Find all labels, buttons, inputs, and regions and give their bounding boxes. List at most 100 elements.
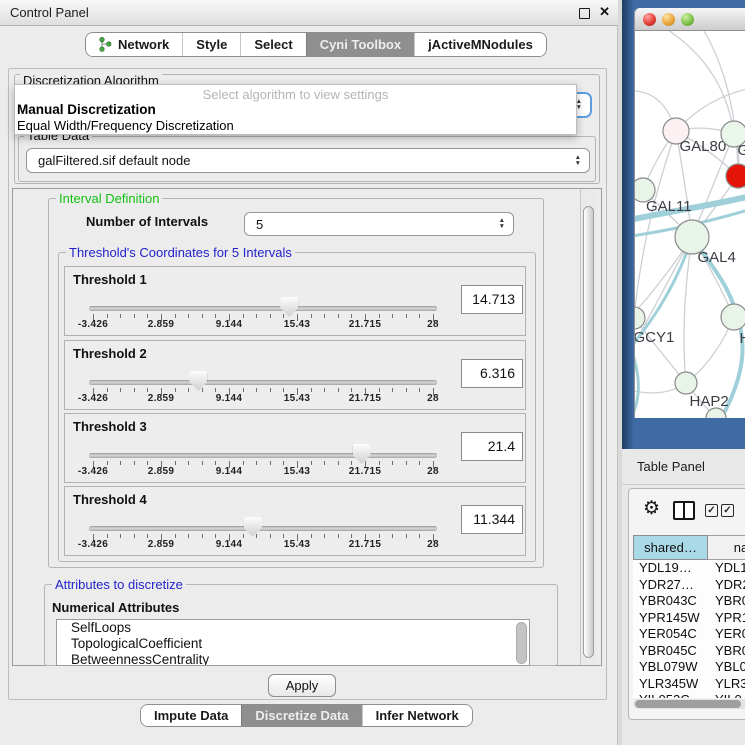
minor-tick (311, 461, 312, 465)
column-view-icon[interactable] (673, 501, 695, 520)
threshold-3-slider-thumb[interactable] (353, 444, 371, 464)
tick-label: 21.715 (349, 539, 381, 550)
spinner-icon: ▲▼ (499, 218, 505, 230)
network-edge[interactable] (653, 31, 734, 134)
divider (622, 484, 745, 485)
table-row[interactable]: YBL079WYBL0 (633, 659, 745, 676)
table-row[interactable]: YPR145WYPR1 (633, 610, 745, 627)
table-row[interactable]: YDR27…YDR2 (633, 577, 745, 594)
minor-tick (270, 534, 271, 538)
slider-track[interactable] (89, 380, 437, 385)
zoom-traffic-light[interactable] (681, 13, 694, 26)
network-node-gcy1[interactable] (635, 307, 645, 329)
close-traffic-light[interactable] (643, 13, 656, 26)
table-row[interactable]: YLR345WYLR3 (633, 676, 745, 693)
close-icon[interactable]: ✕ (599, 4, 610, 20)
minor-tick (406, 314, 407, 318)
tab-discretize-data[interactable]: Discretize Data (241, 705, 361, 726)
minor-tick (379, 388, 380, 392)
minor-tick (283, 314, 284, 318)
tab-select[interactable]: Select (240, 33, 305, 56)
minor-tick (283, 534, 284, 538)
minor-tick (379, 461, 380, 465)
panel-title: Control Panel (10, 0, 89, 25)
minor-tick (107, 534, 108, 538)
threshold-4-slider-thumb[interactable] (244, 517, 262, 537)
tick-label: 2.859 (148, 539, 175, 550)
threshold-1-value-field[interactable]: 14.713 (461, 285, 523, 314)
slider-track[interactable] (89, 306, 437, 311)
minor-tick (202, 388, 203, 392)
list-item-betweennesscentrality[interactable]: BetweennessCentrality (57, 652, 529, 666)
minor-tick (147, 314, 148, 318)
tab-jactivemnodules[interactable]: jActiveMNodules (414, 33, 546, 56)
numerical-attributes-label: Numerical Attributes (52, 600, 179, 615)
minor-tick (134, 314, 135, 318)
threshold-label: Threshold 2 (73, 346, 147, 361)
network-node-c[interactable] (726, 164, 745, 188)
table-row[interactable]: YDL19… YDL1 (633, 560, 745, 577)
slider-track[interactable] (89, 526, 437, 531)
table-data-value: galFiltered.sif default node (38, 149, 190, 173)
minimize-traffic-light[interactable] (662, 13, 675, 26)
network-canvas[interactable]: GAL80G.CGAL11GAL4GCY1HHAP2 (634, 31, 745, 418)
minor-tick (147, 388, 148, 392)
number-of-intervals-label: Number of Intervals (86, 214, 208, 229)
tab-infer-network[interactable]: Infer Network (362, 705, 472, 726)
network-node-hap2[interactable] (675, 372, 697, 394)
network-window-titlebar[interactable] (634, 8, 745, 31)
table-row[interactable]: YBR045CYBR0 (633, 643, 745, 660)
table-row[interactable]: YIL052CYIL0 (633, 692, 745, 698)
list-scrollbar-thumb[interactable] (516, 622, 527, 664)
network-node-h[interactable] (721, 304, 745, 330)
threshold-3-value-field[interactable]: 21.4 (461, 432, 523, 461)
dropdown-option-equal-width-frequency-discretization[interactable]: Equal Width/Frequency Discretization (15, 117, 576, 133)
threshold-2-slider-thumb[interactable] (189, 371, 207, 391)
list-item-selfloops[interactable]: SelfLoops (57, 620, 529, 636)
attributes-group-title: Attributes to discretize (52, 578, 186, 591)
select-all-icon[interactable]: ✓ (705, 504, 718, 517)
minor-tick (419, 388, 420, 392)
horizontal-scrollbar-thumb[interactable] (635, 700, 741, 708)
tick-label: -3.426 (78, 393, 108, 404)
node-label: GAL80 (680, 138, 727, 155)
float-icon[interactable] (579, 8, 590, 19)
column-header-shared[interactable]: shared… (633, 535, 708, 560)
tab-impute-data[interactable]: Impute Data (141, 705, 241, 726)
vertical-scrollbar-thumb[interactable] (583, 206, 594, 658)
threshold-2-value-field[interactable]: 6.316 (461, 359, 523, 388)
slider-track[interactable] (89, 453, 437, 458)
number-of-intervals-combobox[interactable]: 5 ▲▼ (244, 212, 514, 236)
node-label: G. (738, 142, 745, 159)
table-row[interactable]: YBR043CYBR0 (633, 593, 745, 610)
cell-shared-name: YDL19… (639, 560, 692, 575)
top-tab-bar: NetworkStyleSelectCyni ToolboxjActiveMNo… (85, 32, 547, 57)
minor-tick (351, 461, 352, 465)
table-row[interactable]: YER054CYER0 (633, 626, 745, 643)
dropdown-option-manual-discretization[interactable]: Manual Discretization (15, 101, 576, 117)
table-data-combobox[interactable]: galFiltered.sif default node ▲▼ (26, 148, 590, 173)
minor-tick (338, 388, 339, 392)
list-item-topologicalcoefficient[interactable]: TopologicalCoefficient (57, 636, 529, 652)
column-header-name[interactable]: na… (708, 535, 745, 560)
minor-tick (120, 534, 121, 538)
cell-name: YDL1 (715, 560, 745, 575)
tab-style[interactable]: Style (182, 33, 240, 56)
settings-gear-icon[interactable]: ⚙ (643, 499, 660, 518)
numerical-attributes-list[interactable]: SelfLoopsTopologicalCoefficientBetweenne… (56, 619, 530, 666)
tick-label: 9.144 (216, 539, 243, 550)
minor-tick (202, 534, 203, 538)
tab-cyni-toolbox[interactable]: Cyni Toolbox (306, 33, 414, 56)
minor-tick (256, 534, 257, 538)
tab-network[interactable]: Network (86, 33, 182, 56)
cell-name: YLR3 (715, 676, 745, 691)
select-columns-icon[interactable]: ✓ (721, 504, 734, 517)
minor-tick (311, 314, 312, 318)
control-panel-titlebar: Control Panel ✕ (0, 0, 618, 26)
tick-label: 15.43 (284, 319, 311, 330)
apply-button[interactable]: Apply (268, 674, 336, 697)
threshold-4-panel: Threshold 4-3.4262.8599.14415.4321.71528… (64, 486, 526, 556)
threshold-4-value-field[interactable]: 11.344 (461, 505, 523, 534)
minor-tick (120, 314, 121, 318)
minor-tick (419, 461, 420, 465)
